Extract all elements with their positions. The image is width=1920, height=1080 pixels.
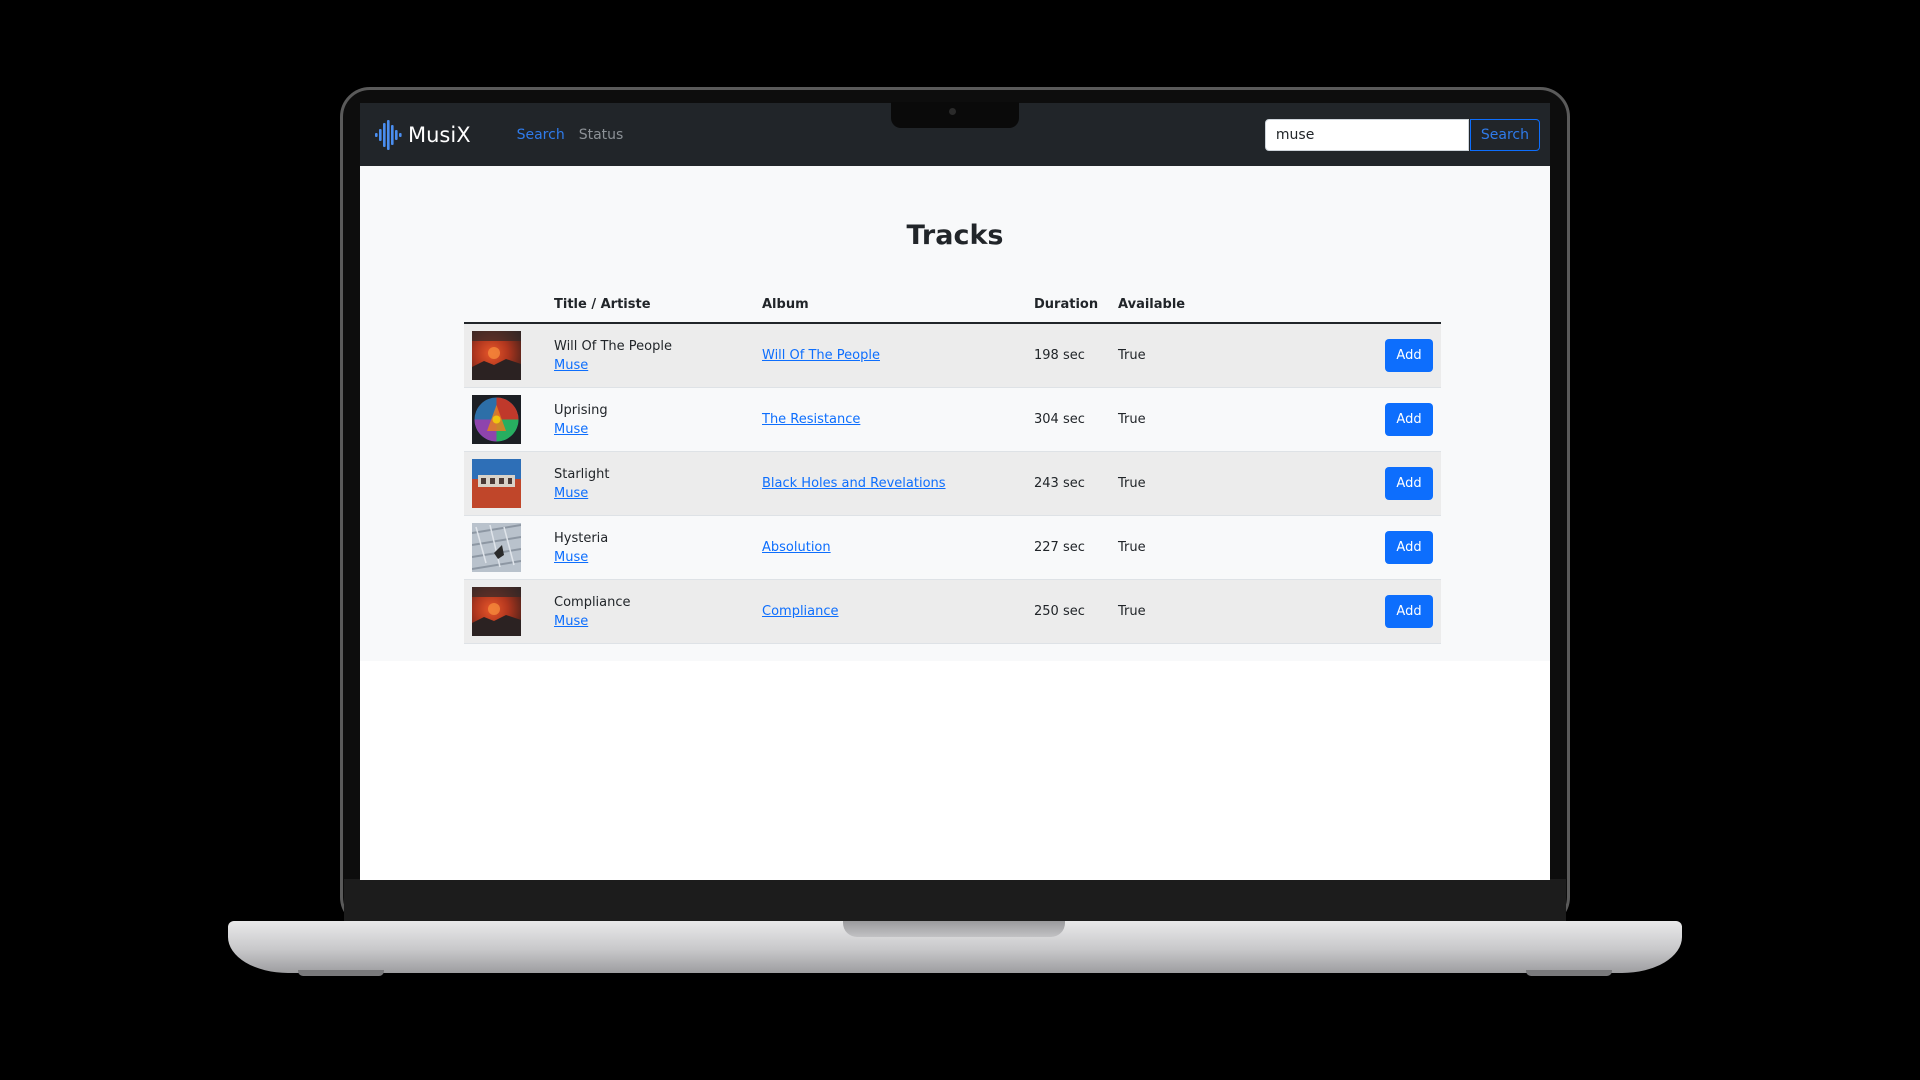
table-row: Compliance Muse Compliance 250 sec True … xyxy=(464,579,1441,644)
brand-link[interactable]: MusiX xyxy=(374,119,471,150)
nav-search-link[interactable]: Search xyxy=(517,127,565,143)
album-link[interactable]: Will Of The People xyxy=(762,348,880,363)
camera-notch xyxy=(891,102,1019,128)
table-row: Uprising Muse The Resistance 304 sec Tru… xyxy=(464,387,1441,452)
track-duration: 304 sec xyxy=(1026,387,1110,452)
column-header-title: Title / Artiste xyxy=(546,287,754,324)
the-resistance-cover-icon xyxy=(472,395,521,444)
laptop-chin xyxy=(344,879,1566,921)
track-title: Uprising xyxy=(554,402,608,418)
artist-link[interactable]: Muse xyxy=(554,550,588,565)
album-link[interactable]: Compliance xyxy=(762,604,839,619)
track-title: Hysteria xyxy=(554,530,609,546)
add-button[interactable]: Add xyxy=(1385,531,1433,564)
compliance-cover-icon xyxy=(472,587,521,636)
column-header-album: Album xyxy=(754,287,1026,324)
main-content: Tracks Title / Artiste Album Duration Av… xyxy=(360,166,1550,661)
page-title: Tracks xyxy=(906,220,1004,251)
track-duration: 227 sec xyxy=(1026,515,1110,580)
artist-link[interactable]: Muse xyxy=(554,614,588,629)
brand-name: MusiX xyxy=(408,122,471,147)
table-row: Hysteria Muse Absolution 227 sec True Ad… xyxy=(464,515,1441,580)
add-button[interactable]: Add xyxy=(1385,403,1433,436)
album-link[interactable]: Absolution xyxy=(762,540,831,555)
search-button[interactable]: Search xyxy=(1469,118,1540,151)
absolution-cover-icon xyxy=(472,523,521,572)
column-header-duration: Duration xyxy=(1026,287,1110,324)
table-header: Title / Artiste Album Duration Available xyxy=(464,287,1441,324)
track-duration: 198 sec xyxy=(1026,323,1110,388)
track-title: Compliance xyxy=(554,594,631,610)
laptop-foot xyxy=(298,970,384,976)
track-duration: 243 sec xyxy=(1026,451,1110,516)
tracks-table: Title / Artiste Album Duration Available xyxy=(464,287,1441,644)
camera-icon xyxy=(949,108,956,115)
laptop-base-notch xyxy=(843,921,1065,937)
add-button[interactable]: Add xyxy=(1385,339,1433,372)
add-button[interactable]: Add xyxy=(1385,467,1433,500)
black-holes-cover-icon xyxy=(472,459,521,508)
column-header-action xyxy=(1223,287,1441,324)
album-link[interactable]: The Resistance xyxy=(762,412,860,427)
nav-status-link[interactable]: Status xyxy=(579,127,624,143)
track-available: True xyxy=(1110,451,1223,516)
table-row: Will Of The People Muse Will Of The Peop… xyxy=(464,323,1441,388)
table-row: Starlight Muse Black Holes and Revelatio… xyxy=(464,451,1441,516)
track-available: True xyxy=(1110,515,1223,580)
soundwave-logo-icon xyxy=(375,119,402,150)
will-of-the-people-cover-icon xyxy=(472,331,521,380)
track-available: True xyxy=(1110,387,1223,452)
album-link[interactable]: Black Holes and Revelations xyxy=(762,476,946,491)
column-header-available: Available xyxy=(1110,287,1223,324)
add-button[interactable]: Add xyxy=(1385,595,1433,628)
track-title: Will Of The People xyxy=(554,338,672,354)
track-duration: 250 sec xyxy=(1026,579,1110,644)
artist-link[interactable]: Muse xyxy=(554,486,588,501)
track-available: True xyxy=(1110,579,1223,644)
track-available: True xyxy=(1110,323,1223,388)
artist-link[interactable]: Muse xyxy=(554,358,588,373)
search-input[interactable] xyxy=(1264,118,1469,151)
artist-link[interactable]: Muse xyxy=(554,422,588,437)
app-screen: MusiX Search Status Search Tracks Title … xyxy=(360,103,1550,880)
laptop-foot xyxy=(1526,970,1612,976)
track-title: Starlight xyxy=(554,466,610,482)
column-header-cover xyxy=(464,287,546,324)
